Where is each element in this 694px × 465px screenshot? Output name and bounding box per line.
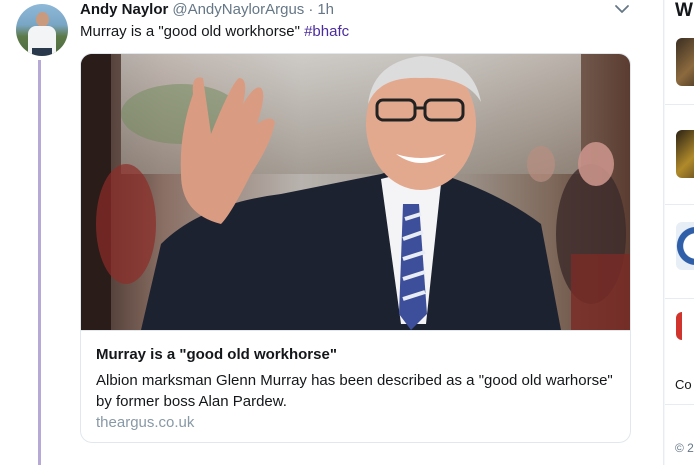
sidebar-thumb-3[interactable] bbox=[676, 222, 694, 270]
sidebar-copyright: © 2 bbox=[675, 441, 694, 455]
sidebar-thumb-2[interactable] bbox=[676, 130, 694, 178]
tweet-body: Murray is a "good old workhorse" bbox=[80, 23, 300, 40]
right-sidebar: W Co © 2 bbox=[665, 0, 694, 465]
card-body: Murray is a "good old workhorse" Albion … bbox=[81, 330, 630, 442]
card-title: Murray is a "good old workhorse" bbox=[96, 346, 337, 363]
avatar[interactable] bbox=[16, 4, 68, 56]
divider bbox=[665, 204, 694, 205]
sidebar-heading: W bbox=[675, 0, 693, 21]
separator: · bbox=[308, 1, 314, 18]
user-handle[interactable]: @AndyNaylorArgus bbox=[172, 1, 304, 18]
chevron-down-icon[interactable] bbox=[614, 3, 630, 15]
tweet-header: Andy Naylor @AndyNaylorArgus · 1h bbox=[80, 1, 334, 21]
hashtag-link[interactable]: #bhafc bbox=[304, 23, 349, 40]
sidebar-text[interactable]: Co bbox=[675, 377, 692, 392]
card-domain[interactable]: theargus.co.uk bbox=[96, 414, 194, 431]
sidebar-thumb-1[interactable] bbox=[676, 38, 694, 86]
tweet-text: Murray is a "good old workhorse" #bhafc bbox=[80, 22, 349, 42]
thread-line bbox=[38, 60, 41, 465]
timestamp[interactable]: 1h bbox=[317, 1, 334, 18]
sidebar-thumb-4[interactable] bbox=[676, 312, 694, 340]
divider bbox=[665, 404, 694, 405]
display-name[interactable]: Andy Naylor bbox=[80, 1, 168, 18]
card-image bbox=[81, 54, 630, 330]
divider bbox=[665, 298, 694, 299]
divider bbox=[665, 104, 694, 105]
link-card[interactable]: Murray is a "good old workhorse" Albion … bbox=[80, 53, 631, 443]
tweet[interactable]: Andy Naylor @AndyNaylorArgus · 1h Murray… bbox=[0, 0, 664, 465]
card-description: Albion marksman Glenn Murray has been de… bbox=[96, 372, 613, 410]
